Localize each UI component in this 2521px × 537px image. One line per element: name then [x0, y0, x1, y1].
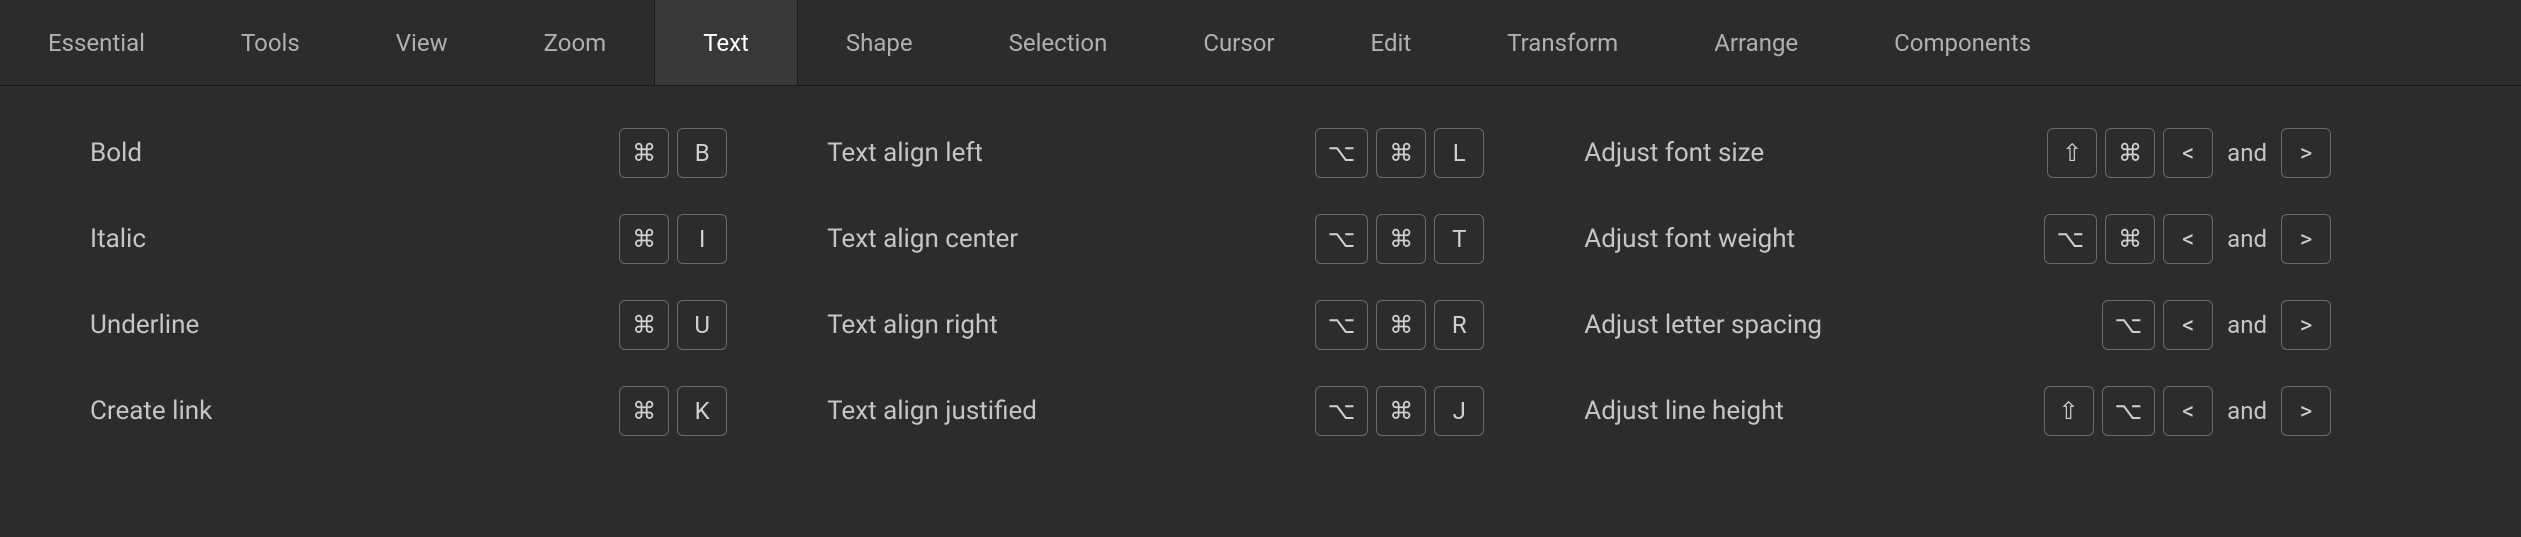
key-u: U — [677, 300, 727, 350]
key-cmd: ⌘ — [2105, 214, 2155, 264]
shortcut-row-italic: Italic ⌘ I — [90, 196, 827, 282]
key-cmd: ⌘ — [619, 214, 669, 264]
tab-zoom[interactable]: Zoom — [496, 0, 655, 85]
key-option: ⌥ — [1315, 300, 1369, 350]
shortcut-label: Adjust line height — [1584, 396, 1784, 426]
shortcut-label: Text align right — [827, 310, 998, 340]
shortcut-keys: ⌥ < and > — [2102, 300, 2432, 350]
shortcut-label: Text align left — [827, 138, 983, 168]
shortcut-row-underline: Underline ⌘ U — [90, 282, 827, 368]
key-greater: > — [2281, 214, 2331, 264]
shortcut-row-create-link: Create link ⌘ K — [90, 368, 827, 454]
key-t: T — [1434, 214, 1484, 264]
shortcut-row-align-right: Text align right ⌥ ⌘ R — [827, 282, 1584, 368]
tab-view[interactable]: View — [348, 0, 496, 85]
key-k: K — [677, 386, 727, 436]
key-option: ⌥ — [1315, 214, 1369, 264]
shortcut-label: Adjust font weight — [1584, 224, 1795, 254]
shortcut-keys: ⌥ ⌘ T — [1315, 214, 1585, 264]
key-option: ⌥ — [2044, 214, 2098, 264]
join-word: and — [2221, 397, 2273, 425]
key-cmd: ⌘ — [1376, 214, 1426, 264]
tab-arrange[interactable]: Arrange — [1666, 0, 1846, 85]
key-less: < — [2163, 300, 2213, 350]
key-option: ⌥ — [2102, 386, 2156, 436]
key-r: R — [1434, 300, 1484, 350]
tab-edit[interactable]: Edit — [1323, 0, 1460, 85]
shortcut-label: Text align justified — [827, 396, 1037, 426]
tab-essential[interactable]: Essential — [0, 0, 193, 85]
key-greater: > — [2281, 386, 2331, 436]
shortcut-column-2: Text align left ⌥ ⌘ L Text align center … — [827, 110, 1584, 454]
shortcut-keys: ⌘ I — [619, 214, 827, 264]
shortcut-keys: ⌥ ⌘ L — [1315, 128, 1585, 178]
key-less: < — [2163, 214, 2213, 264]
key-greater: > — [2281, 128, 2331, 178]
shortcut-row-align-left: Text align left ⌥ ⌘ L — [827, 110, 1584, 196]
tab-tools[interactable]: Tools — [193, 0, 348, 85]
shortcut-label: Adjust letter spacing — [1584, 310, 1822, 340]
key-shift: ⇧ — [2044, 386, 2094, 436]
tab-transform[interactable]: Transform — [1459, 0, 1666, 85]
join-word: and — [2221, 139, 2273, 167]
key-less: < — [2163, 386, 2213, 436]
shortcut-keys: ⌘ B — [619, 128, 827, 178]
shortcut-label: Text align center — [827, 224, 1018, 254]
tab-selection[interactable]: Selection — [961, 0, 1156, 85]
key-j: J — [1434, 386, 1484, 436]
shortcut-row-letter-spacing: Adjust letter spacing ⌥ < and > — [1584, 282, 2431, 368]
key-cmd: ⌘ — [619, 386, 669, 436]
tab-cursor[interactable]: Cursor — [1155, 0, 1322, 85]
shortcut-keys: ⌘ K — [619, 386, 827, 436]
shortcut-keys: ⌥ ⌘ J — [1315, 386, 1585, 436]
key-cmd: ⌘ — [619, 128, 669, 178]
tab-text[interactable]: Text — [654, 0, 798, 85]
key-option: ⌥ — [1315, 128, 1369, 178]
shortcut-row-font-weight: Adjust font weight ⌥ ⌘ < and > — [1584, 196, 2431, 282]
key-less: < — [2163, 128, 2213, 178]
shortcut-keys: ⇧ ⌘ < and > — [2047, 128, 2431, 178]
shortcut-label: Underline — [90, 310, 199, 340]
shortcut-label: Adjust font size — [1584, 138, 1764, 168]
shortcut-row-font-size: Adjust font size ⇧ ⌘ < and > — [1584, 110, 2431, 196]
category-tabbar: Essential Tools View Zoom Text Shape Sel… — [0, 0, 2521, 86]
key-cmd: ⌘ — [1376, 300, 1426, 350]
join-word: and — [2221, 225, 2273, 253]
shortcut-label: Bold — [90, 138, 142, 168]
key-option: ⌥ — [1315, 386, 1369, 436]
key-shift: ⇧ — [2047, 128, 2097, 178]
tab-shape[interactable]: Shape — [798, 0, 961, 85]
shortcut-column-1: Bold ⌘ B Italic ⌘ I Underline ⌘ U Create… — [90, 110, 827, 454]
key-cmd: ⌘ — [1376, 128, 1426, 178]
key-l: L — [1434, 128, 1484, 178]
shortcut-row-bold: Bold ⌘ B — [90, 110, 827, 196]
key-cmd: ⌘ — [2105, 128, 2155, 178]
shortcut-label: Italic — [90, 224, 146, 254]
shortcut-content: Bold ⌘ B Italic ⌘ I Underline ⌘ U Create… — [0, 86, 2521, 454]
shortcut-row-line-height: Adjust line height ⇧ ⌥ < and > — [1584, 368, 2431, 454]
key-i: I — [677, 214, 727, 264]
key-option: ⌥ — [2102, 300, 2156, 350]
shortcut-label: Create link — [90, 396, 212, 426]
key-cmd: ⌘ — [1376, 386, 1426, 436]
shortcut-keys: ⌥ ⌘ < and > — [2044, 214, 2432, 264]
key-cmd: ⌘ — [619, 300, 669, 350]
shortcut-column-3: Adjust font size ⇧ ⌘ < and > Adjust font… — [1584, 110, 2431, 454]
key-greater: > — [2281, 300, 2331, 350]
join-word: and — [2221, 311, 2273, 339]
shortcut-row-align-center: Text align center ⌥ ⌘ T — [827, 196, 1584, 282]
shortcut-keys: ⌘ U — [619, 300, 827, 350]
shortcut-row-align-justified: Text align justified ⌥ ⌘ J — [827, 368, 1584, 454]
tab-components[interactable]: Components — [1846, 0, 2079, 85]
shortcut-keys: ⇧ ⌥ < and > — [2044, 386, 2432, 436]
key-b: B — [677, 128, 727, 178]
shortcut-keys: ⌥ ⌘ R — [1315, 300, 1585, 350]
